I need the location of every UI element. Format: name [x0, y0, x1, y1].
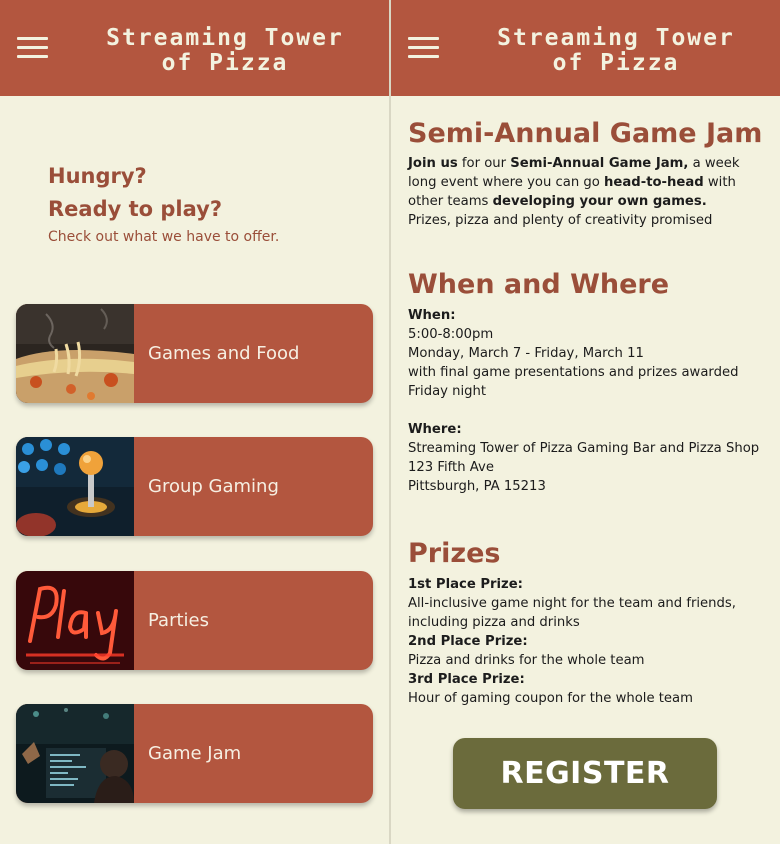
prize-3-text: Hour of gaming coupon for the whole team [408, 691, 693, 706]
menu-icon[interactable] [408, 37, 439, 59]
pizza-photo [16, 304, 134, 403]
hero-heading-2: Ready to play? [48, 197, 223, 221]
prizes-title: Prizes [408, 538, 501, 569]
card-parties[interactable]: Parties [16, 571, 373, 670]
app-frame: Streaming Tower of Pizza Hungry? Ready t… [0, 0, 780, 844]
card-label: Parties [148, 610, 209, 631]
jam-intro-tagline: Prizes, pizza and plenty of creativity p… [408, 213, 713, 228]
jam-intro: Join us for our Semi-Annual Game Jam, a … [408, 156, 740, 209]
brand-line-1: Streaming Tower [497, 25, 735, 51]
menu-icon[interactable] [17, 37, 48, 59]
where-venue: Streaming Tower of Pizza Gaming Bar and … [408, 441, 760, 456]
prize-2-text: Pizza and drinks for the whole team [408, 653, 645, 668]
jam-content: Semi-Annual Game Jam Join us for our Sem… [408, 116, 768, 708]
prize-2-label: 2nd Place Prize: [408, 634, 528, 649]
when-dates: Monday, March 7 - Friday, March 11 [408, 346, 644, 361]
when-where-title: When and Where [408, 269, 670, 300]
brand-line-2: of Pizza [161, 50, 289, 76]
card-games-and-food[interactable]: Games and Food [16, 304, 373, 403]
card-label: Games and Food [148, 343, 300, 364]
card-game-jam[interactable]: Game Jam [16, 704, 373, 803]
hero-heading-1: Hungry? [48, 164, 147, 188]
where-label: Where: [408, 422, 462, 437]
when-time: 5:00-8:00pm [408, 327, 494, 342]
where-street: 123 Fifth Ave [408, 460, 494, 475]
card-group-gaming[interactable]: Group Gaming [16, 437, 373, 536]
card-label: Group Gaming [148, 476, 279, 497]
brand-line-2: of Pizza [552, 50, 680, 76]
hero-section: Hungry? Ready to play? Check out what we… [48, 160, 368, 247]
prize-3-label: 3rd Place Prize: [408, 672, 525, 687]
when-note: with final game presentations and prizes… [408, 365, 739, 399]
register-button[interactable]: REGISTER [453, 738, 717, 809]
home-screen: Streaming Tower of Pizza Hungry? Ready t… [0, 0, 389, 844]
prize-1-label: 1st Place Prize: [408, 577, 523, 592]
brand-title[interactable]: Streaming Tower of Pizza [461, 26, 771, 76]
card-label: Game Jam [148, 743, 242, 764]
when-label: When: [408, 308, 456, 323]
app-header: Streaming Tower of Pizza [391, 0, 780, 96]
jam-title: Semi-Annual Game Jam [408, 118, 763, 149]
hero-subtitle: Check out what we have to offer. [48, 229, 280, 245]
game-jam-screen: Streaming Tower of Pizza Semi-Annual Gam… [391, 0, 780, 844]
brand-title[interactable]: Streaming Tower of Pizza [70, 26, 380, 76]
arcade-joystick-photo [16, 437, 134, 536]
prize-1-text: All-inclusive game night for the team an… [408, 596, 736, 630]
app-header: Streaming Tower of Pizza [0, 0, 389, 96]
where-city: Pittsburgh, PA 15213 [408, 479, 546, 494]
developer-desk-photo [16, 704, 134, 803]
neon-play-sign-photo [16, 571, 134, 670]
brand-line-1: Streaming Tower [106, 25, 344, 51]
